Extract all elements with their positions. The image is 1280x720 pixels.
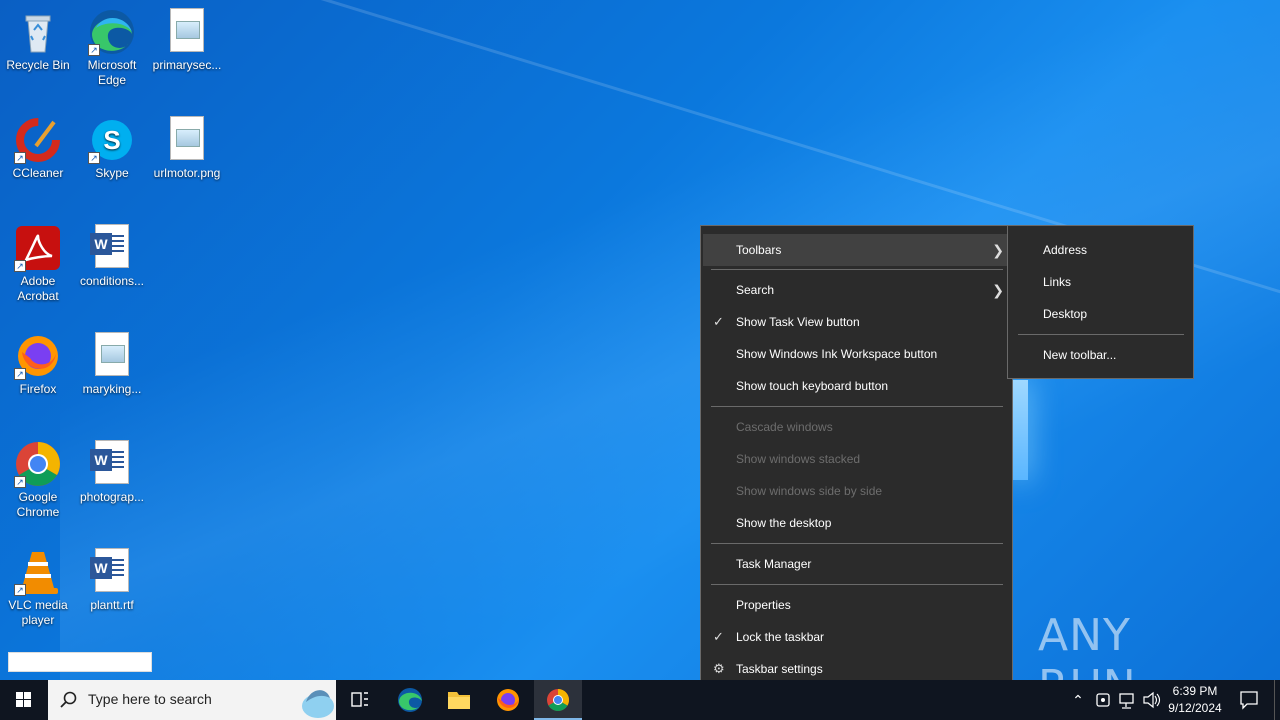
menu-item-cascade-windows: Cascade windows [736, 420, 833, 434]
desktop-icon-google-chrome[interactable]: ↗ Google Chrome [0, 440, 76, 520]
menu-item-toolbars[interactable]: Toolbars ❯ [703, 234, 1010, 266]
chevron-right-icon: ❯ [992, 282, 1004, 298]
edge-icon: ↗ [88, 8, 136, 56]
menu-item-show-ink-workspace[interactable]: Show Windows Ink Workspace button [703, 338, 1010, 370]
recycle-bin-icon [14, 8, 62, 56]
chevron-up-icon: ⌃ [1072, 692, 1084, 708]
notification-icon [1240, 691, 1258, 710]
desktop-icon-microsoft-edge[interactable]: ↗ Microsoft Edge [74, 8, 150, 88]
desktop-icon-photograp[interactable]: W photograp... [74, 440, 150, 505]
menu-item-windows-side-by-side: Show windows side by side [736, 484, 883, 498]
skype-icon: S ↗ [88, 116, 136, 164]
volume-icon [1143, 691, 1161, 709]
menu-item-lock-taskbar[interactable]: ✓ Lock the taskbar [703, 621, 1010, 653]
submenu-item-address[interactable]: Address [1010, 234, 1191, 266]
task-view-icon [351, 692, 368, 707]
taskbar-file-explorer[interactable] [435, 680, 483, 720]
menu-item-windows-stacked: Show windows stacked [736, 452, 861, 466]
network-icon [1119, 693, 1134, 709]
network-button[interactable] [1116, 680, 1138, 720]
menu-item-task-manager[interactable]: Task Manager [703, 548, 1010, 580]
toolbars-submenu: Address Links Desktop New toolbar... [1007, 225, 1194, 379]
dolphin-decoration-icon [302, 690, 334, 718]
firefox-icon [497, 689, 519, 711]
desktop-icon-vlc[interactable]: ↗ VLC media player [0, 548, 76, 628]
image-file-icon [88, 332, 136, 380]
taskbar-chrome[interactable] [534, 680, 582, 720]
edge-icon [398, 688, 422, 712]
chrome-icon: ↗ [14, 440, 62, 488]
desktop-icon-conditions[interactable]: W conditions... [74, 224, 150, 289]
windows-logo-icon [16, 692, 31, 707]
show-desktop-button[interactable] [1274, 680, 1275, 720]
clock-date: 9/12/2024 [1168, 701, 1222, 715]
submenu-item-links[interactable]: Links [1010, 266, 1191, 298]
menu-separator [711, 269, 1003, 270]
anyrun-watermark: ANY RUN [1038, 610, 1136, 712]
taskbar-search-box[interactable]: Type here to search [48, 680, 336, 720]
desktop-icon-urlmotor[interactable]: urlmotor.png [149, 116, 225, 181]
desktop-icon-ccleaner[interactable]: ↗ CCleaner [0, 116, 76, 181]
ccleaner-icon: ↗ [14, 116, 62, 164]
folder-icon [448, 692, 470, 709]
menu-item-show-touch-keyboard[interactable]: Show touch keyboard button [703, 370, 1010, 402]
menu-separator [711, 543, 1003, 544]
desktop-icon-plantt[interactable]: W plantt.rtf [74, 548, 150, 613]
image-file-icon [163, 8, 211, 56]
tray-device-icon [1096, 693, 1110, 707]
vlc-icon: ↗ [14, 548, 62, 596]
word-doc-icon: W [88, 440, 136, 488]
taskbar: Type here to search ⌃ 6:39 PM 9/12/2024 [0, 680, 1280, 720]
checkmark-icon: ✓ [713, 629, 724, 644]
menu-item-show-desktop[interactable]: Show the desktop [703, 507, 1010, 539]
search-icon [60, 691, 77, 708]
desktop-icon-adobe-acrobat[interactable]: ↗ Adobe Acrobat [0, 224, 76, 304]
submenu-item-desktop[interactable]: Desktop [1010, 298, 1191, 330]
menu-separator [1018, 334, 1184, 335]
chrome-icon [547, 689, 569, 711]
menu-item-show-task-view[interactable]: ✓ Show Task View button [703, 306, 1010, 338]
chevron-right-icon: ❯ [992, 242, 1004, 258]
word-doc-icon: W [88, 224, 136, 272]
menu-item-search[interactable]: Search ❯ [703, 274, 1010, 306]
menu-item-properties[interactable]: Properties [703, 589, 1010, 621]
desktop-icon-recycle-bin[interactable]: Recycle Bin [0, 8, 76, 73]
show-hidden-icons-button[interactable]: ⌃ [1068, 680, 1088, 720]
desktop-rename-field[interactable] [8, 652, 152, 672]
image-file-icon [163, 116, 211, 164]
taskbar-firefox[interactable] [484, 680, 532, 720]
start-button[interactable] [0, 680, 48, 720]
taskbar-clock[interactable]: 6:39 PM 9/12/2024 [1160, 683, 1230, 717]
desktop-icon-skype[interactable]: S ↗ Skype [74, 116, 150, 181]
desktop-icon-maryking[interactable]: maryking... [74, 332, 150, 397]
action-center-button[interactable] [1232, 680, 1266, 720]
acrobat-icon: ↗ [14, 224, 62, 272]
menu-separator [711, 584, 1003, 585]
firefox-icon: ↗ [14, 332, 62, 380]
tray-app-icon[interactable] [1092, 680, 1114, 720]
desktop-icon-primarysec[interactable]: primarysec... [149, 8, 225, 73]
checkmark-icon: ✓ [713, 314, 724, 329]
task-view-button[interactable] [336, 680, 384, 720]
desktop-icon-firefox[interactable]: ↗ Firefox [0, 332, 76, 397]
volume-button[interactable] [1140, 680, 1162, 720]
clock-time: 6:39 PM [1172, 684, 1218, 698]
menu-separator [711, 406, 1003, 407]
word-doc-icon: W [88, 548, 136, 596]
submenu-item-new-toolbar[interactable]: New toolbar... [1010, 339, 1191, 371]
taskbar-edge[interactable] [386, 680, 434, 720]
svg-text:S: S [103, 125, 120, 155]
search-placeholder: Type here to search [88, 691, 212, 707]
taskbar-context-menu: Toolbars ❯ Search ❯ ✓ Show Task View but… [700, 225, 1013, 693]
